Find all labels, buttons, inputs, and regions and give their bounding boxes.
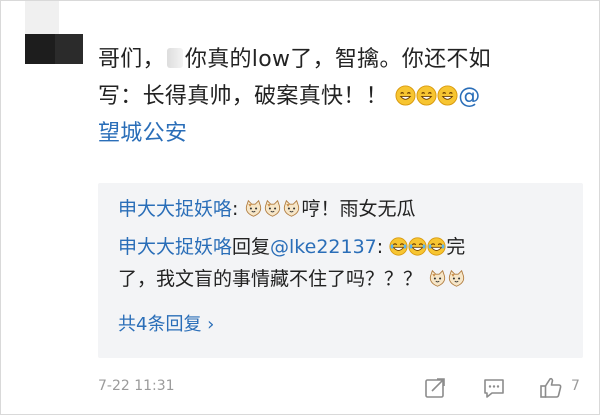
laugh-cry-emoji-icon — [408, 237, 427, 256]
laugh-cry-emoji-icon — [389, 237, 408, 256]
reply-text: 完 — [446, 236, 466, 258]
comment-card: 哥们， 你真的low了，智擒。你还不如 写：长得真帅，破案真快！！ @ 望城公安 … — [0, 0, 600, 415]
reply-username[interactable]: 申大大捉妖咯 — [118, 236, 232, 258]
cat-emoji-icon — [246, 199, 262, 217]
cat-emoji-icon — [265, 199, 281, 217]
comment-text: 哥们， 你真的low了，智擒。你还不如 写：长得真帅，破案真快！！ @ 望城公安 — [98, 41, 568, 152]
smile-emoji-icon — [395, 85, 416, 106]
comment-text-part: 写：长得真帅，破案真快！！ — [98, 84, 388, 109]
cat-emoji-icon — [429, 269, 446, 287]
comment-text-part: 你真的low了，智擒。你还不如 — [184, 47, 491, 72]
thumbs-up-icon[interactable] — [538, 375, 564, 401]
reply-separator: : — [232, 198, 245, 220]
reply-icon[interactable] — [481, 375, 507, 401]
more-replies-link[interactable]: 共4条回复 › — [118, 310, 214, 336]
reply-username[interactable]: 申大大捉妖咯 — [118, 198, 232, 220]
avatar[interactable] — [25, 1, 83, 69]
avatar-block — [55, 34, 83, 64]
mention-link[interactable]: @lke22137 — [270, 236, 377, 258]
comment-text-part: 哥们， — [98, 47, 165, 72]
comment-line: 写：长得真帅，破案真快！！ @ — [98, 78, 568, 115]
smile-emoji-icon — [437, 85, 458, 106]
laugh-cry-emoji-icon — [427, 237, 446, 256]
reply-text: 了，我文盲的事情藏不住了吗？？？ — [118, 268, 423, 290]
smile-emoji-icon — [416, 85, 437, 106]
reply-list: 申大大捉妖咯: 哼！雨女无瓜 申大大捉妖咯回复@lke22137: 完 了，我文… — [98, 183, 583, 358]
comment-line: 哥们， 你真的low了，智擒。你还不如 — [98, 41, 568, 78]
share-icon[interactable] — [423, 375, 449, 401]
reply-keyword: 回复 — [232, 236, 271, 258]
mention-link[interactable]: @ — [458, 84, 480, 109]
avatar-block — [25, 1, 59, 34]
like-count: 7 — [571, 378, 580, 394]
reply-item: 申大大捉妖咯: 哼！雨女无瓜 — [118, 193, 415, 226]
cat-emoji-icon — [284, 199, 300, 217]
obscured-name — [166, 48, 183, 68]
reply-separator: : — [376, 236, 384, 258]
mention-link[interactable]: 望城公安 — [98, 121, 187, 146]
comment-footer: 7-22 11:31 7 — [98, 372, 583, 404]
cat-emoji-icon — [448, 269, 465, 287]
avatar-block — [25, 34, 55, 64]
reply-item-continued: 了，我文盲的事情藏不住了吗？？？ — [118, 263, 466, 296]
comment-line: 望城公安 — [98, 115, 568, 152]
reply-item: 申大大捉妖咯回复@lke22137: 完 — [118, 231, 465, 264]
timestamp: 7-22 11:31 — [98, 378, 175, 394]
reply-text: 哼！雨女无瓜 — [301, 198, 416, 220]
